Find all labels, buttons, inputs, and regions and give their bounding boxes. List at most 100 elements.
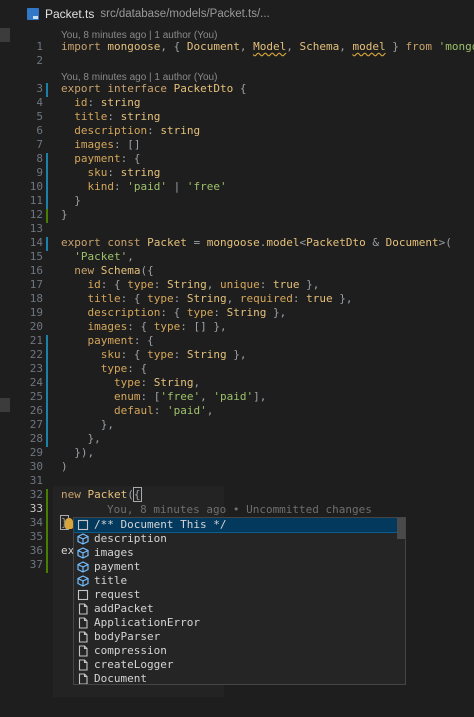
line-number[interactable]: 20 [0,320,43,334]
line-code[interactable]: images: [] [61,138,140,152]
line-number[interactable]: 5 [0,110,43,124]
line-number[interactable]: 19 [0,306,43,320]
line-code[interactable]: new Schema({ [61,264,154,278]
line-number[interactable]: 28 [0,432,43,446]
breadcrumb-file[interactable]: Packet.ts [45,7,94,21]
line-number[interactable]: 4 [0,96,43,110]
code-line[interactable]: 26 defaul: 'paid', [0,404,474,418]
line-number[interactable]: 32 [0,488,43,502]
suggestion-item[interactable]: /** Document This */ [74,518,405,533]
line-number[interactable]: 12 [0,208,43,222]
line-code[interactable]: sku: string [61,166,161,180]
code-line[interactable]: 17 id: { type: String, unique: true }, [0,278,474,292]
line-code[interactable]: enum: ['free', 'paid'], [61,390,266,404]
line-code[interactable]: title: { type: String, required: true }, [61,292,353,306]
line-number[interactable]: 33 [0,502,43,516]
code-line[interactable]: 22 sku: { type: String }, [0,348,474,362]
code-line[interactable]: 30) [0,460,474,474]
code-line[interactable]: 20 images: { type: [] }, [0,320,474,334]
code-line[interactable]: 21 payment: { [0,334,474,348]
line-code[interactable]: }), [61,446,94,460]
line-code[interactable]: new Packet({ [61,487,142,502]
line-code[interactable]: 'Packet', [61,250,134,264]
line-number[interactable]: 6 [0,124,43,138]
line-number[interactable]: 9 [0,166,43,180]
code-line[interactable]: 25 enum: ['free', 'paid'], [0,390,474,404]
code-line[interactable]: 11 } [0,194,474,208]
suggestion-item[interactable]: description [74,532,405,546]
code-line[interactable]: 13 [0,222,474,236]
code-line[interactable]: 2 [0,54,474,68]
code-line[interactable]: 19 description: { type: String }, [0,306,474,320]
code-line[interactable]: 8 payment: { [0,152,474,166]
line-number[interactable]: 36 [0,544,43,558]
code-line[interactable]: 16 new Schema({ [0,264,474,278]
line-code[interactable]: id: { type: String, unique: true }, [61,278,320,292]
code-line[interactable]: 23 type: { [0,362,474,376]
line-number[interactable]: 8 [0,152,43,166]
code-line[interactable]: 10 kind: 'paid' | 'free' [0,180,474,194]
suggestion-item[interactable]: images [74,546,405,560]
suggestion-item[interactable]: payment [74,560,405,574]
line-number[interactable]: 31 [0,474,43,488]
code-line[interactable]: 32 new Packet({ [0,487,474,502]
line-number[interactable]: 26 [0,404,43,418]
line-code[interactable]: description: string [61,124,200,138]
line-number[interactable]: 7 [0,138,43,152]
line-number[interactable]: 10 [0,180,43,194]
line-code[interactable]: type: { [61,362,147,376]
code-line[interactable]: 18 title: { type: String, required: true… [0,292,474,306]
suggestion-item[interactable]: request [74,588,405,602]
line-number[interactable]: 22 [0,348,43,362]
line-code[interactable]: payment: { [61,152,140,166]
code-line[interactable]: 24 type: String, [0,376,474,390]
line-code[interactable]: } [61,194,81,208]
code-line[interactable]: 29 }), [0,446,474,460]
line-number[interactable]: 24 [0,376,43,390]
line-number[interactable]: 11 [0,194,43,208]
line-code[interactable]: kind: 'paid' | 'free' [61,180,227,194]
line-code[interactable]: id: string [61,96,140,110]
suggestion-item[interactable]: addPacket [74,602,405,616]
line-code[interactable]: title: string [61,110,160,124]
suggest-scrollbar[interactable] [397,518,405,539]
line-code[interactable]: export const Packet = mongoose.model<Pac… [61,236,452,250]
line-code[interactable]: description: { type: String }, [61,306,287,320]
line-number[interactable]: 3 [0,82,43,96]
line-number[interactable]: 13 [0,222,43,236]
code-line[interactable]: 9 sku: string [0,166,474,180]
line-number[interactable]: 21 [0,334,43,348]
line-number[interactable]: 14 [0,236,43,250]
line-number[interactable]: 16 [0,264,43,278]
line-code[interactable]: } [61,208,68,222]
line-code[interactable]: ) [61,460,68,474]
code-line[interactable]: 6 description: string [0,124,474,138]
line-number[interactable]: 1 [0,40,43,54]
lightbulb-icon[interactable] [65,518,73,529]
line-number[interactable]: 30 [0,460,43,474]
line-code[interactable]: }, [61,418,114,432]
code-line[interactable]: 27 }, [0,418,474,432]
code-line[interactable]: 28 }, [0,432,474,446]
line-code[interactable]: }, [61,432,101,446]
line-code[interactable]: type: String, [61,376,200,390]
line-code[interactable]: images: { type: [] }, [61,320,227,334]
code-line[interactable]: 7 images: [] [0,138,474,152]
code-line[interactable]: 12} [0,208,474,222]
code-line[interactable]: 31 [0,474,474,488]
suggestion-item[interactable]: createLogger [74,658,405,672]
line-number[interactable]: 25 [0,390,43,404]
suggestion-item[interactable]: title [74,574,405,588]
suggestion-item[interactable]: Document [74,672,405,684]
breadcrumb-path[interactable]: src/database/models/Packet.ts/... [100,8,269,20]
suggestion-item[interactable]: bodyParser [74,630,405,644]
line-number[interactable]: 29 [0,446,43,460]
line-number[interactable]: 18 [0,292,43,306]
line-number[interactable]: 15 [0,250,43,264]
line-number[interactable]: 35 [0,530,43,544]
line-number[interactable]: 23 [0,362,43,376]
suggestion-item[interactable]: compression [74,644,405,658]
code-line[interactable]: 4 id: string [0,96,474,110]
line-code[interactable]: payment: { [61,334,154,348]
code-line[interactable]: 5 title: string [0,110,474,124]
